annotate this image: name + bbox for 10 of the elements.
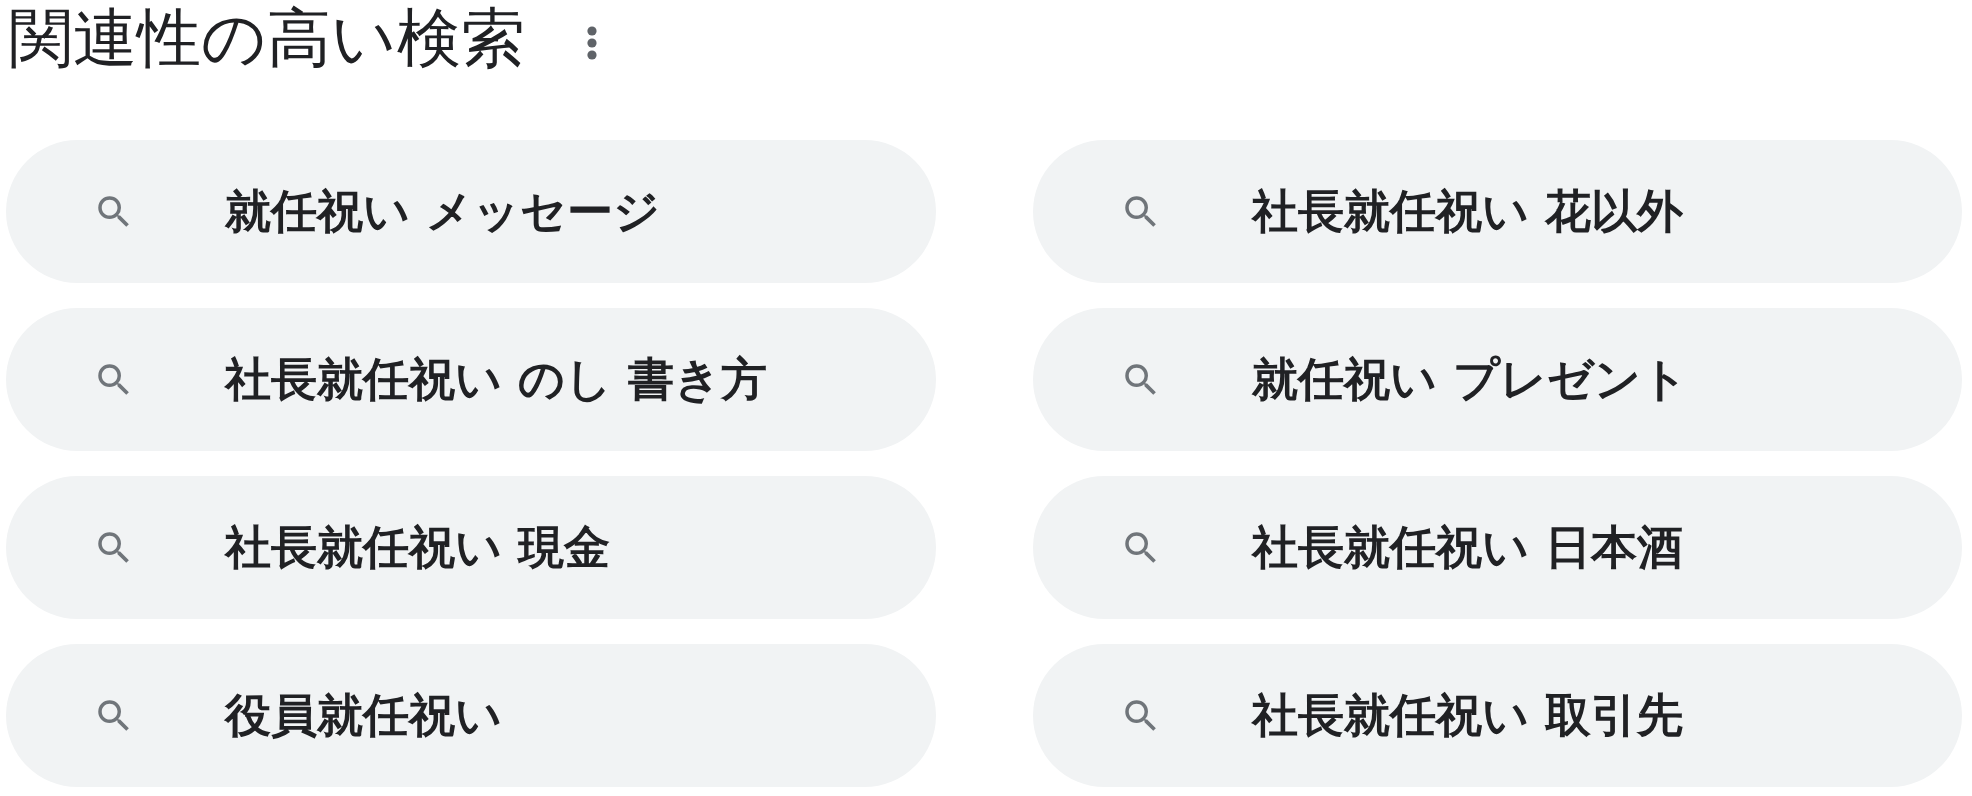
more-options-icon[interactable] xyxy=(587,25,597,60)
related-search-link[interactable]: 社長就任祝い 花以外 xyxy=(1032,140,1962,283)
related-search-link[interactable]: 役員就任祝い xyxy=(6,644,936,787)
related-search-link[interactable]: 社長就任祝い 取引先 xyxy=(1032,644,1962,787)
section-title: 関連性の高い検索 xyxy=(9,0,525,77)
related-search-link[interactable]: 社長就任祝い 日本酒 xyxy=(1032,476,1962,619)
related-search-link[interactable]: 就任祝い メッセージ xyxy=(6,140,936,283)
related-search-link[interactable]: 社長就任祝い 現金 xyxy=(6,476,936,619)
related-search-link[interactable]: 就任祝い プレゼント xyxy=(1032,308,1962,451)
related-search-link[interactable]: 社長就任祝い のし 書き方 xyxy=(6,308,936,451)
